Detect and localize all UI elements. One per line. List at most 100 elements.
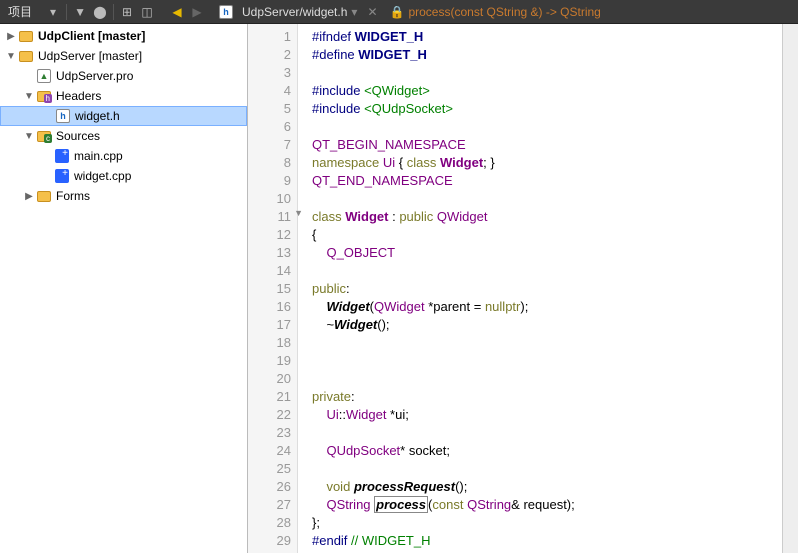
code-line[interactable] [312,370,798,388]
line-number: 2 [248,46,291,64]
code-line[interactable]: Widget(QWidget *parent = nullptr); [312,298,798,316]
line-number: 18 [248,334,291,352]
collapse-toggle[interactable]: ▼ [22,131,36,142]
breadcrumb-path: UdpServer/widget.h [242,5,347,19]
panel-title: 项目 [0,3,40,20]
line-number: 5 [248,100,291,118]
line-number-gutter: 12345678910▼1112131415161718192021222324… [248,24,298,553]
code-line[interactable]: #include <QWidget> [312,82,798,100]
tree-item-main-cpp[interactable]: main.cpp [0,146,247,166]
h-file-icon: h [56,109,70,123]
tree-item-udpclient[interactable]: ▶ UdpClient [master] [0,26,247,46]
code-line[interactable]: Ui::Widget *ui; [312,406,798,424]
tree-item-pro[interactable]: ▲ UdpServer.pro [0,66,247,86]
code-line[interactable] [312,262,798,280]
code-line[interactable] [312,64,798,82]
code-line[interactable]: }; [312,514,798,532]
code-line[interactable]: public: [312,280,798,298]
code-line[interactable]: QT_BEGIN_NAMESPACE [312,136,798,154]
headers-folder-icon [37,91,51,102]
code-line[interactable]: class Widget : public QWidget [312,208,798,226]
scrollbar-vertical[interactable] [782,24,798,553]
folder-icon [19,51,33,62]
code-line[interactable]: QUdpSocket* socket; [312,442,798,460]
line-number: 4 [248,82,291,100]
nav-back-button[interactable]: ◀ [168,3,186,21]
code-line[interactable]: #endif // WIDGET_H [312,532,798,550]
line-number: 8 [248,154,291,172]
lock-icon: 🔒 [390,5,405,19]
tree-item-sources[interactable]: ▼ Sources [0,126,247,146]
line-number: 25 [248,460,291,478]
code-line[interactable]: ~Widget(); [312,316,798,334]
tree-item-widget-h[interactable]: h widget.h [0,106,247,126]
line-number: 23 [248,424,291,442]
expand-icon[interactable]: ⊞ [118,3,136,21]
code-line[interactable]: Q_OBJECT [312,244,798,262]
line-number: 1 [248,28,291,46]
expand-toggle[interactable]: ▶ [22,191,36,202]
filter-icon[interactable]: ▼ [71,3,89,21]
top-toolbar: 项目 ▾ ▼ ⬤ ⊞ ◫ ◀ ▶ h UdpServer/widget.h ▾ … [0,0,798,24]
line-number: 19 [248,352,291,370]
dropdown-button[interactable]: ▾ [44,3,62,21]
code-line[interactable] [312,190,798,208]
line-number: 29 [248,532,291,550]
link-icon[interactable]: ⬤ [91,3,109,21]
code-line[interactable]: QString process(const QString& request); [312,496,798,514]
code-editor[interactable]: 12345678910▼1112131415161718192021222324… [248,24,798,553]
breadcrumb[interactable]: h UdpServer/widget.h ▾ ✕ 🔒 process(const… [218,4,601,20]
breadcrumb-symbol: process(const QString &) -> QString [408,5,600,19]
line-number: 9 [248,172,291,190]
tree-item-udpserver[interactable]: ▼ UdpServer [master] [0,46,247,66]
code-area[interactable]: #ifndef WIDGET_H#define WIDGET_H #includ… [298,24,798,553]
line-number: 10 [248,190,291,208]
tree-item-forms[interactable]: ▶ Forms [0,186,247,206]
line-number: 27 [248,496,291,514]
code-line[interactable]: #include <QUdpSocket> [312,100,798,118]
code-line[interactable] [312,460,798,478]
collapse-toggle[interactable]: ▼ [4,51,18,62]
line-number: 28 [248,514,291,532]
line-number: 3 [248,64,291,82]
cpp-file-icon [55,169,69,183]
code-line[interactable]: #define WIDGET_H [312,46,798,64]
line-number: 15 [248,280,291,298]
code-line[interactable] [312,424,798,442]
tree-item-widget-cpp[interactable]: widget.cpp [0,166,247,186]
line-number: 12 [248,226,291,244]
code-line[interactable]: void processRequest(); [312,478,798,496]
nav-forward-button[interactable]: ▶ [188,3,206,21]
expand-toggle[interactable]: ▶ [4,31,18,42]
fold-toggle[interactable]: ▼ [294,208,303,218]
folder-icon [37,191,51,202]
code-line[interactable]: #ifndef WIDGET_H [312,28,798,46]
line-number: 26 [248,478,291,496]
line-number: 22 [248,406,291,424]
line-number: 17 [248,316,291,334]
tree-item-headers[interactable]: ▼ Headers [0,86,247,106]
collapse-toggle[interactable]: ▼ [22,91,36,102]
code-line[interactable] [312,352,798,370]
line-number: 24 [248,442,291,460]
cpp-file-icon [55,149,69,163]
project-tree: ▶ UdpClient [master] ▼ UdpServer [master… [0,24,248,553]
line-number: 21 [248,388,291,406]
code-line[interactable]: { [312,226,798,244]
line-number: 13 [248,244,291,262]
file-icon: h [219,5,233,19]
line-number: 14 [248,262,291,280]
code-line[interactable] [312,118,798,136]
code-line[interactable] [312,334,798,352]
sources-folder-icon [37,131,51,142]
code-line[interactable]: namespace Ui { class Widget; } [312,154,798,172]
line-number: 11 [248,208,291,226]
code-line[interactable]: private: [312,388,798,406]
code-line[interactable]: QT_END_NAMESPACE [312,172,798,190]
split-icon[interactable]: ◫ [138,3,156,21]
line-number: 16 [248,298,291,316]
folder-icon [19,31,33,42]
line-number: 6 [248,118,291,136]
pro-file-icon: ▲ [37,69,51,83]
line-number: 7 [248,136,291,154]
